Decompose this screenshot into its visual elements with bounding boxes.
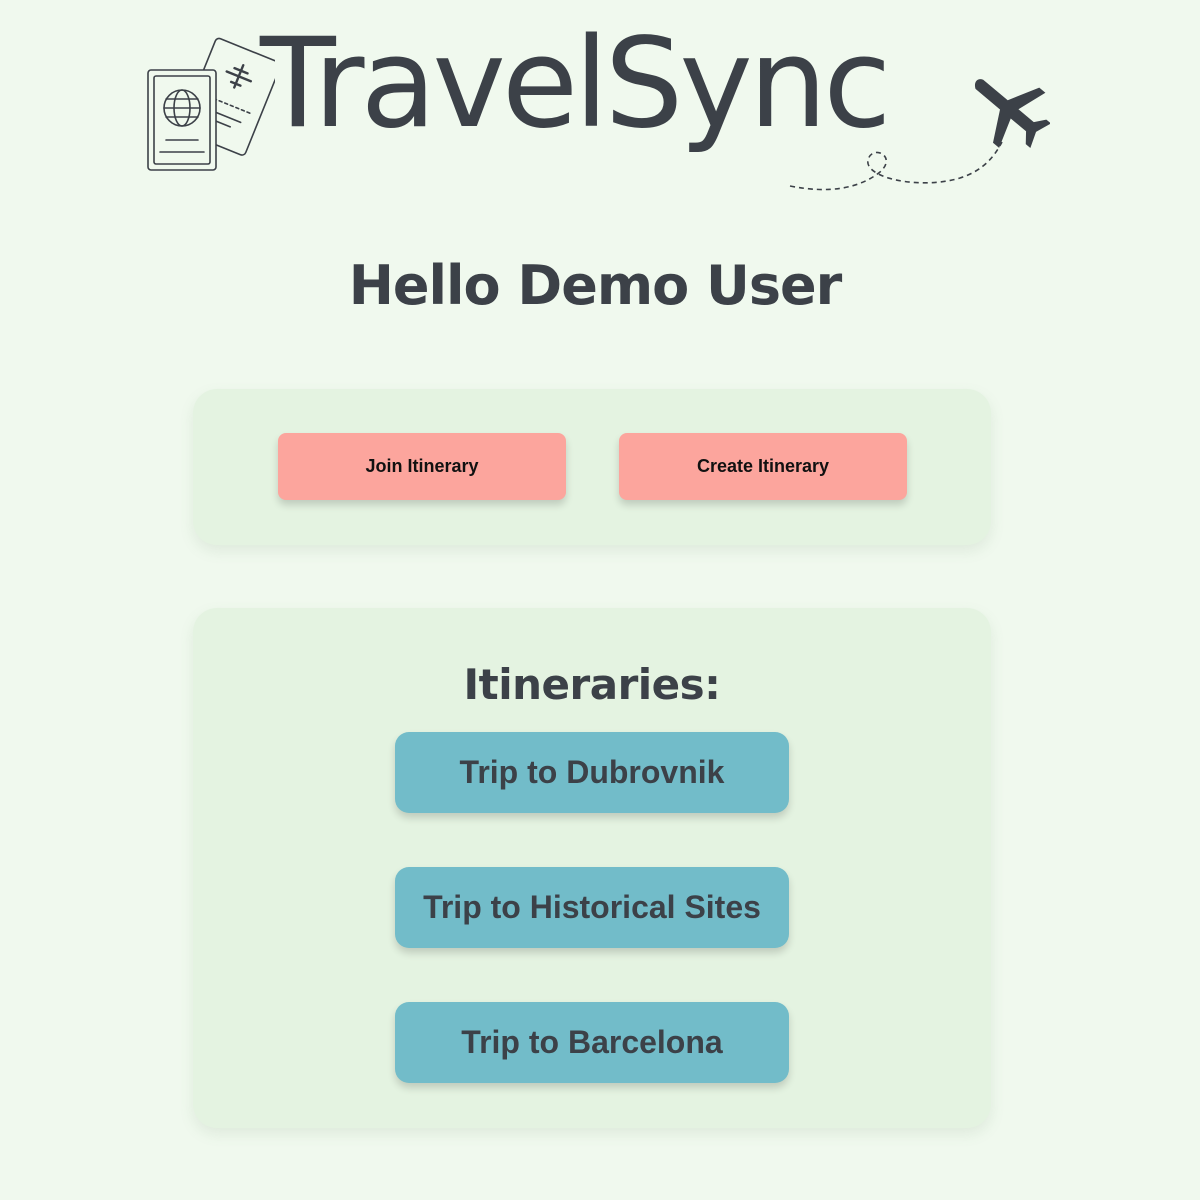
itinerary-item-dubrovnik[interactable]: Trip to Dubrovnik — [395, 732, 789, 813]
itineraries-card: Itineraries: Trip to Dubrovnik Trip to H… — [193, 608, 991, 1128]
greeting-heading: Hello Demo User — [348, 254, 843, 317]
app-logo: TravelSync — [140, 22, 1050, 203]
airplane-icon — [789, 79, 1050, 191]
dashboard-page: TravelSync Hello Demo User Join Itinerar… — [0, 0, 1200, 1200]
actions-card: Join Itinerary Create Itinerary — [193, 389, 991, 545]
join-itinerary-button[interactable]: Join Itinerary — [278, 433, 566, 500]
passport-ticket-icon — [147, 37, 275, 171]
itinerary-item-historical-sites[interactable]: Trip to Historical Sites — [395, 867, 789, 948]
itineraries-title: Itineraries: — [463, 660, 721, 709]
itinerary-item-barcelona[interactable]: Trip to Barcelona — [395, 1002, 789, 1083]
create-itinerary-button[interactable]: Create Itinerary — [619, 433, 907, 500]
